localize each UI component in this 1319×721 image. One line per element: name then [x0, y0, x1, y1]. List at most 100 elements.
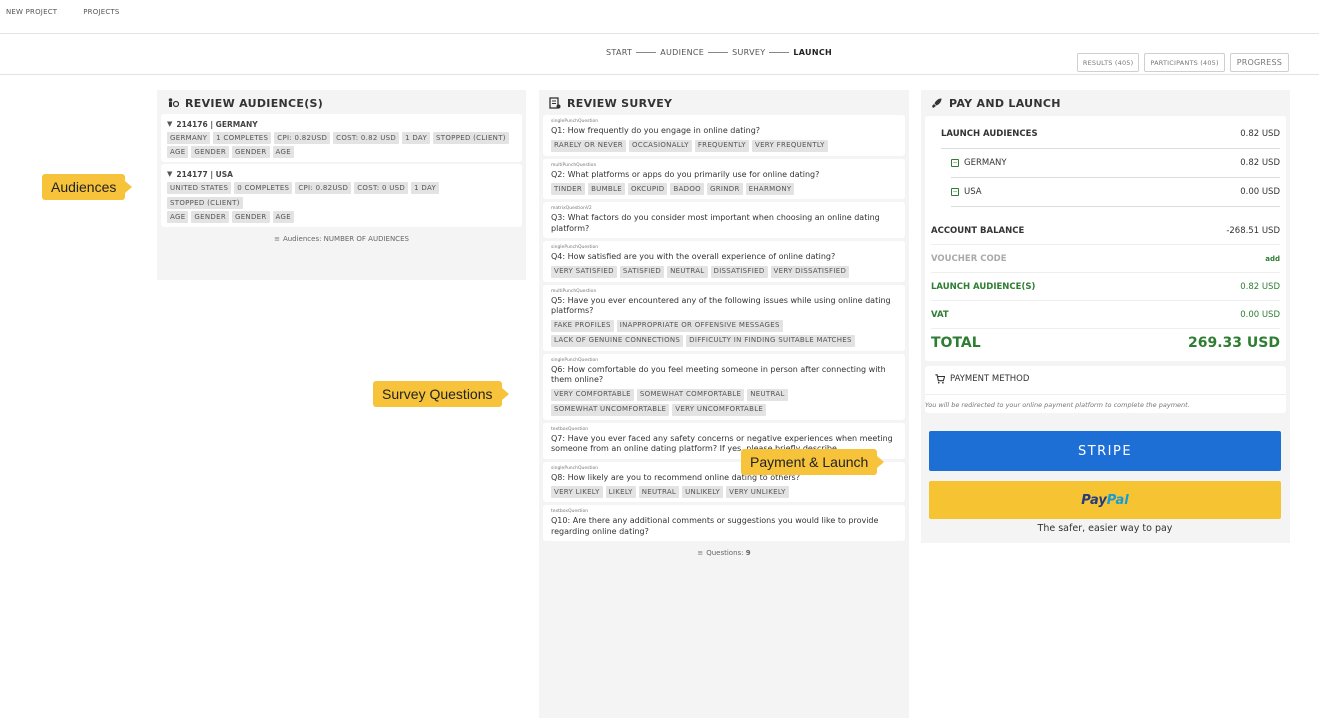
survey-question[interactable]: multiPunchQuestion Q5: Have you ever enco… [543, 284, 905, 351]
stripe-button[interactable]: STRIPE [929, 431, 1281, 471]
option-tag: VERY UNLIKELY [726, 486, 789, 498]
vat-value: 0.00 USD [1240, 309, 1280, 320]
cart-icon [935, 374, 945, 384]
question-text: Q2: What platforms or apps do you primar… [551, 169, 820, 179]
nav-projects[interactable]: PROJECTS [83, 8, 119, 22]
step-separator [636, 52, 657, 53]
survey-question[interactable]: singlePunchQuestion Q1: How frequently do… [543, 115, 905, 156]
quota-tag: AGE [272, 211, 294, 223]
survey-footer-label: Questions: [706, 549, 744, 557]
survey-question[interactable]: singlePunchQuestion Q4: How satisfied are… [543, 241, 905, 282]
audience-header[interactable]: ▼ 214177 | USA [167, 168, 516, 180]
list-icon: ≡ [274, 235, 280, 243]
audience-name: USA [964, 187, 982, 197]
option-tag: VERY UNCOMFORTABLE [672, 403, 767, 416]
question-type: multiPunchQuestion [551, 162, 597, 168]
option-tag: NEUTRAL [638, 486, 680, 498]
audience-footer: ≡ Audiences: NUMBER OF AUDIENCES [161, 235, 522, 243]
vat-label: VAT [931, 309, 949, 320]
survey-question[interactable]: textboxQuestion Q10: Are there any additi… [543, 505, 905, 541]
survey-question[interactable]: multiPunchQuestion Q2: What platforms or … [543, 158, 905, 199]
option-tag: VERY DISSATISFIED [770, 265, 850, 278]
callout-payment-launch: Payment & Launch [741, 449, 885, 475]
question-type: multiPunchQuestion [551, 288, 597, 294]
paypal-button[interactable]: Pay Pal [929, 481, 1281, 519]
quota-tag: GENDER [231, 146, 270, 158]
launch-audiences-row: LAUNCH AUDIENCES 0.82 USD [931, 120, 1280, 148]
voucher-add-link[interactable]: add [1265, 255, 1280, 263]
question-text: Q4: How satisfied are you with the overa… [551, 252, 836, 261]
quota-tag: GENDER [191, 146, 229, 158]
option-tag: INAPPROPRIATE OR OFFENSIVE MESSAGES [616, 319, 783, 332]
total-label: TOTAL [931, 335, 981, 351]
balance-summary: ACCOUNT BALANCE -268.51 USD VOUCHER CODE… [931, 217, 1280, 357]
audience-header-text: 214176 | GERMANY [176, 119, 258, 129]
results-button[interactable]: RESULTS (405) [1076, 53, 1140, 72]
option-tag: VERY LIKELY [551, 486, 603, 498]
question-type: singlePunchQuestion [551, 357, 599, 363]
option-tag: RARELY OR NEVER [551, 139, 626, 152]
step-launch[interactable]: LAUNCH [793, 48, 832, 57]
survey-question[interactable]: singlePunchQuestion Q6: How comfortable d… [543, 353, 905, 420]
option-tag: SOMEWHAT UNCOMFORTABLE [551, 403, 670, 416]
step-start[interactable]: START [606, 48, 632, 57]
stat-tag: 1 DAY [411, 182, 440, 194]
divider [0, 74, 1319, 75]
option-tag: VERY SATISFIED [551, 265, 617, 278]
account-balance-row: ACCOUNT BALANCE -268.51 USD [931, 217, 1280, 245]
pay-and-launch-panel: PAY AND LAUNCH LAUNCH AUDIENCES 0.82 USD… [921, 90, 1290, 543]
option-tag: EHARMONY [745, 183, 795, 195]
option-tag: NEUTRAL [747, 388, 788, 401]
audience-quotas: AGE GENDER GENDER AGE [167, 146, 516, 158]
payment-method-label: PAYMENT METHOD [950, 374, 1030, 384]
panel-title: REVIEW AUDIENCE(S) [161, 94, 522, 112]
review-audiences-panel: REVIEW AUDIENCE(S) ▼ 214176 | GERMANY GERM… [157, 90, 526, 280]
audience-item[interactable]: ▼ 214177 | USA UNITED STATES 0 COMPLETES CPI… [161, 164, 522, 227]
option-tag: NEUTRAL [667, 265, 708, 278]
progress-button[interactable]: PROGRESS [1229, 53, 1289, 72]
nav-new-project[interactable]: NEW PROJECT [6, 8, 57, 22]
top-nav: NEW PROJECT PROJECTS [6, 8, 120, 22]
question-type: matrixQuestionV2 [551, 206, 592, 211]
participants-button[interactable]: PARTICIPANTS (405) [1144, 53, 1225, 72]
quota-tag: GENDER [191, 211, 229, 223]
step-survey[interactable]: SURVEY [732, 48, 765, 57]
survey-panel-title: REVIEW SURVEY [567, 96, 673, 110]
stat-tag: 1 COMPLETES [213, 132, 272, 144]
question-options: FAKE PROFILES INAPPROPRIATE OR OFFENSIVE … [551, 319, 897, 347]
stat-tag: UNITED STATES [167, 182, 232, 194]
total-row: TOTAL 269.33 USD [931, 329, 1280, 357]
audience-footer-text: Audiences: NUMBER OF AUDIENCES [282, 235, 409, 243]
checkbox[interactable]: − [951, 159, 959, 167]
option-tag: DIFFICULTY IN FINDING SUITABLE MATCHES [686, 334, 855, 347]
voucher-row: VOUCHER CODE add [931, 245, 1280, 273]
step-audience[interactable]: AUDIENCE [660, 48, 704, 57]
launch-audiences-label: LAUNCH AUDIENCES [941, 129, 1038, 139]
question-count: 9 [745, 549, 751, 557]
audience-header[interactable]: ▼ 214176 | GERMANY [167, 118, 516, 130]
option-tag: VERY FREQUENTLY [751, 139, 828, 152]
quota-tag: GENDER [231, 211, 270, 223]
audience-item[interactable]: ▼ 214176 | GERMANY GERMANY 1 COMPLETES CPI: … [161, 114, 522, 162]
audience-row-usa: − USA 0.00 USD [931, 178, 1280, 206]
status-badge: STOPPED (CLIENT) [433, 132, 509, 144]
launch-audience-cost-value: 0.82 USD [1240, 281, 1280, 292]
payment-note: You will be redirected to your online pa… [925, 394, 1286, 409]
divider [951, 206, 1280, 207]
audience-value: 0.00 USD [1240, 187, 1280, 197]
option-tag: UNLIKELY [682, 486, 724, 498]
panel-title: PAY AND LAUNCH [925, 94, 1286, 112]
checkbox[interactable]: − [951, 188, 959, 196]
audience-label: − GERMANY [951, 158, 1007, 168]
question-options: TINDER BUMBLE OKCUPID BADOO GRINDR EHARMONY [551, 183, 897, 195]
payment-method-title: PAYMENT METHOD [931, 372, 1280, 386]
launch-audience-cost-label: LAUNCH AUDIENCE(S) [931, 281, 1036, 292]
option-tag: VERY COMFORTABLE [551, 388, 634, 401]
option-tag: LIKELY [605, 486, 636, 498]
survey-question[interactable]: matrixQuestionV2 Q3: What factors do you … [543, 202, 905, 238]
step-separator [769, 52, 790, 53]
quota-tag: AGE [272, 146, 294, 158]
step-separator [708, 52, 729, 53]
question-list: singlePunchQuestion Q1: How frequently do… [543, 115, 905, 541]
option-tag: SATISFIED [619, 265, 665, 278]
